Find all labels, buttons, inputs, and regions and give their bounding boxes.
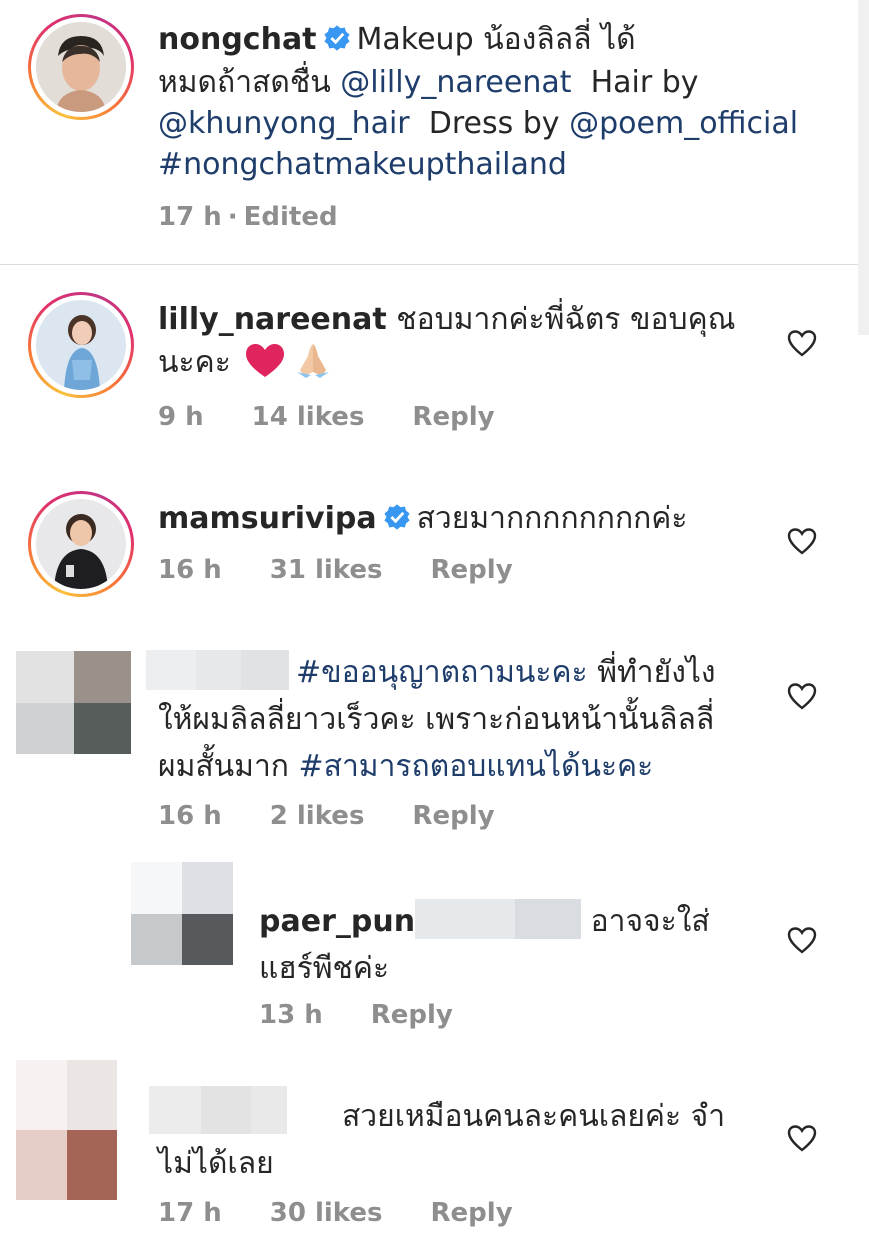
avatar-pixelated[interactable] bbox=[16, 1060, 117, 1200]
post-separator: · bbox=[227, 202, 238, 232]
heart-icon[interactable] bbox=[787, 682, 817, 710]
comment-2-reply[interactable]: Reply bbox=[431, 555, 513, 585]
verified-badge-icon bbox=[384, 504, 410, 530]
comment-2-meta: 16 h 31 likes Reply bbox=[158, 555, 561, 585]
avatar-mamsurivipa[interactable] bbox=[28, 491, 134, 597]
comment-5: สวยเหมือนคนละคนเลยค่ะ จำ ไม่ได้เลย bbox=[158, 1096, 768, 1184]
comment-5-likes[interactable]: 30 likes bbox=[270, 1198, 383, 1228]
comment-3-text-2: ให้ผมลิลลี่ยาวเร็วคะ เพราะก่อนหน้านั้นลิ… bbox=[158, 702, 715, 737]
comment-4-reply[interactable]: Reply bbox=[371, 1000, 453, 1030]
avatar-pixelated[interactable] bbox=[16, 651, 131, 754]
heart-icon[interactable] bbox=[787, 527, 817, 555]
avatar-pixelated-reply[interactable] bbox=[131, 862, 233, 965]
folded-hands-emoji bbox=[296, 344, 329, 378]
comment-1-text-1: ชอบมากค่ะพี่ฉัตร ขอบคุณ bbox=[396, 302, 736, 337]
post-edited: Edited bbox=[243, 202, 338, 232]
comment-1-username[interactable]: lilly_nareenat bbox=[158, 302, 387, 337]
comment-4-time: 13 h bbox=[259, 1000, 323, 1030]
post-caption: nongchat Makeup น้องลิลลี่ ได้ หมดถ้าสดชื… bbox=[158, 19, 848, 185]
comment-5-time: 17 h bbox=[158, 1198, 222, 1228]
comment-5-text-2: ไม่ได้เลย bbox=[158, 1146, 274, 1181]
post-username[interactable]: nongchat bbox=[158, 22, 317, 57]
comment-5-meta: 17 h 30 likes Reply bbox=[158, 1198, 561, 1228]
comment-3-meta: 16 h 2 likes Reply bbox=[158, 801, 543, 831]
scrollbar[interactable] bbox=[858, 0, 869, 335]
comment-5-text-1: สวยเหมือนคนละคนเลยค่ะ จำ bbox=[342, 1099, 726, 1134]
comment-4-text-2: แฮร์พีชค่ะ bbox=[259, 951, 390, 986]
avatar-lilly[interactable] bbox=[28, 292, 134, 398]
comment-4-meta: 13 h Reply bbox=[259, 1000, 501, 1030]
comment-4-username[interactable]: paer_pun bbox=[259, 904, 415, 939]
comment-2-likes[interactable]: 31 likes bbox=[270, 555, 383, 585]
verified-badge-icon bbox=[323, 25, 350, 51]
comment-2-username[interactable]: mamsurivipa bbox=[158, 501, 377, 536]
hashtag-can-answer[interactable]: #สามารถตอบแทนได้นะคะ bbox=[299, 749, 654, 784]
caption-text-3: Hair by bbox=[590, 65, 699, 100]
comment-3-text-3: ผมสั้นมาก bbox=[158, 749, 289, 784]
comment-3: #ขออนุญาตถามนะคะ พี่ทำยังไง ให้ผมลิลลี่ย… bbox=[158, 652, 768, 787]
mention-khunyong[interactable]: @khunyong_hair bbox=[158, 106, 410, 141]
comment-3-time: 16 h bbox=[158, 801, 222, 831]
post-meta: 17 h · Edited bbox=[158, 202, 386, 232]
divider bbox=[0, 264, 858, 265]
avatar-nongchat[interactable] bbox=[28, 14, 134, 120]
heart-icon[interactable] bbox=[787, 329, 817, 357]
heart-icon[interactable] bbox=[787, 926, 817, 954]
comment-5-reply[interactable]: Reply bbox=[431, 1198, 513, 1228]
comment-1-reply[interactable]: Reply bbox=[412, 402, 494, 432]
caption-text-4: Dress by bbox=[428, 106, 560, 141]
comment-1-text-2: นะคะ bbox=[158, 345, 231, 380]
comment-1-meta: 9 h 14 likes Reply bbox=[158, 402, 543, 432]
username-redacted bbox=[415, 899, 516, 939]
red-heart-emoji bbox=[246, 344, 285, 377]
comment-2: mamsurivipa สวยมากกกกกกกกค่ะ bbox=[158, 498, 758, 539]
comment-3-text-1: พี่ทำยังไง bbox=[597, 655, 716, 690]
hashtag-nongchat[interactable]: #nongchatmakeupthailand bbox=[158, 147, 567, 182]
comment-4-text-1: อาจจะใส่ bbox=[590, 904, 710, 939]
comment-1: lilly_nareenat ชอบมากค่ะพี่ฉัตร ขอบคุณ น… bbox=[158, 299, 758, 383]
comment-3-likes[interactable]: 2 likes bbox=[270, 801, 365, 831]
mention-lilly[interactable]: @lilly_nareenat bbox=[340, 65, 571, 100]
comment-2-text: สวยมากกกกกกกกค่ะ bbox=[416, 501, 688, 536]
caption-text-1: Makeup น้องลิลลี่ ได้ bbox=[356, 22, 636, 57]
mention-poem[interactable]: @poem_official bbox=[569, 106, 798, 141]
post-time: 17 h bbox=[158, 202, 222, 232]
heart-icon[interactable] bbox=[787, 1124, 817, 1152]
comment-1-time: 9 h bbox=[158, 402, 204, 432]
comment-1-likes[interactable]: 14 likes bbox=[252, 402, 365, 432]
comment-4: paer_pun อาจจะใส่ แฮร์พีชค่ะ bbox=[259, 899, 759, 989]
comment-3-reply[interactable]: Reply bbox=[412, 801, 494, 831]
caption-text-2: หมดถ้าสดชื่น bbox=[158, 65, 331, 100]
comment-2-time: 16 h bbox=[158, 555, 222, 585]
hashtag-ask-permission[interactable]: #ขออนุญาตถามนะคะ bbox=[296, 655, 588, 690]
